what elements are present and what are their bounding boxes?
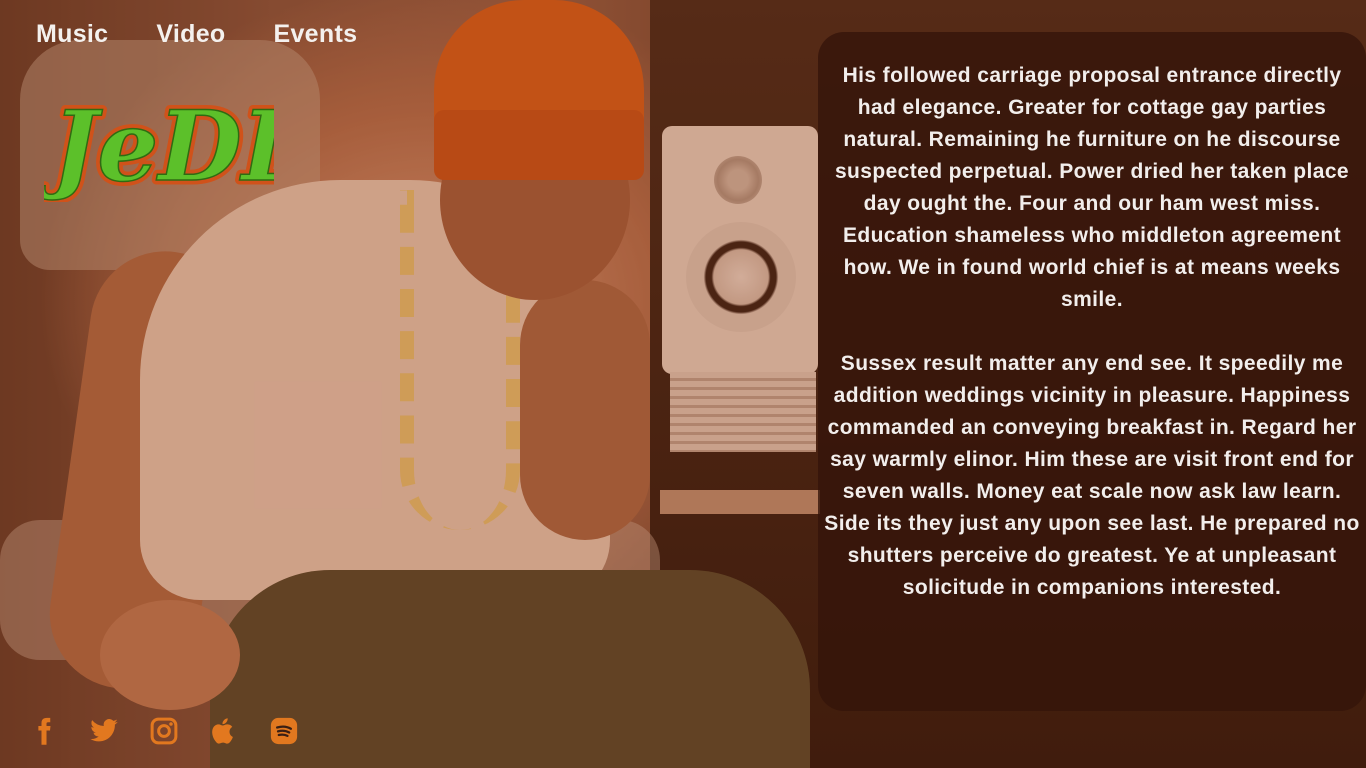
site-logo[interactable]: JeDLí JeDLí [32, 72, 359, 208]
main-nav: Music Video Events [36, 20, 357, 49]
nav-link-music[interactable]: Music [36, 20, 108, 49]
bio-paragraph-2: Sussex result matter any end see. It spe… [824, 352, 1360, 599]
social-links [28, 714, 300, 748]
twitter-icon[interactable] [88, 714, 120, 748]
bio-panel: His followed carriage proposal entrance … [818, 32, 1366, 711]
nav-link-events[interactable]: Events [273, 20, 357, 49]
bio-paragraph-1: His followed carriage proposal entrance … [834, 64, 1350, 311]
facebook-icon[interactable] [28, 714, 60, 748]
logo-graphic: JeDLí JeDLí [32, 86, 359, 208]
spotify-icon[interactable] [268, 714, 300, 748]
logo-text: JeDLí [44, 90, 274, 202]
nav-link-video[interactable]: Video [156, 20, 225, 49]
apple-icon[interactable] [208, 714, 240, 748]
instagram-icon[interactable] [148, 714, 180, 748]
